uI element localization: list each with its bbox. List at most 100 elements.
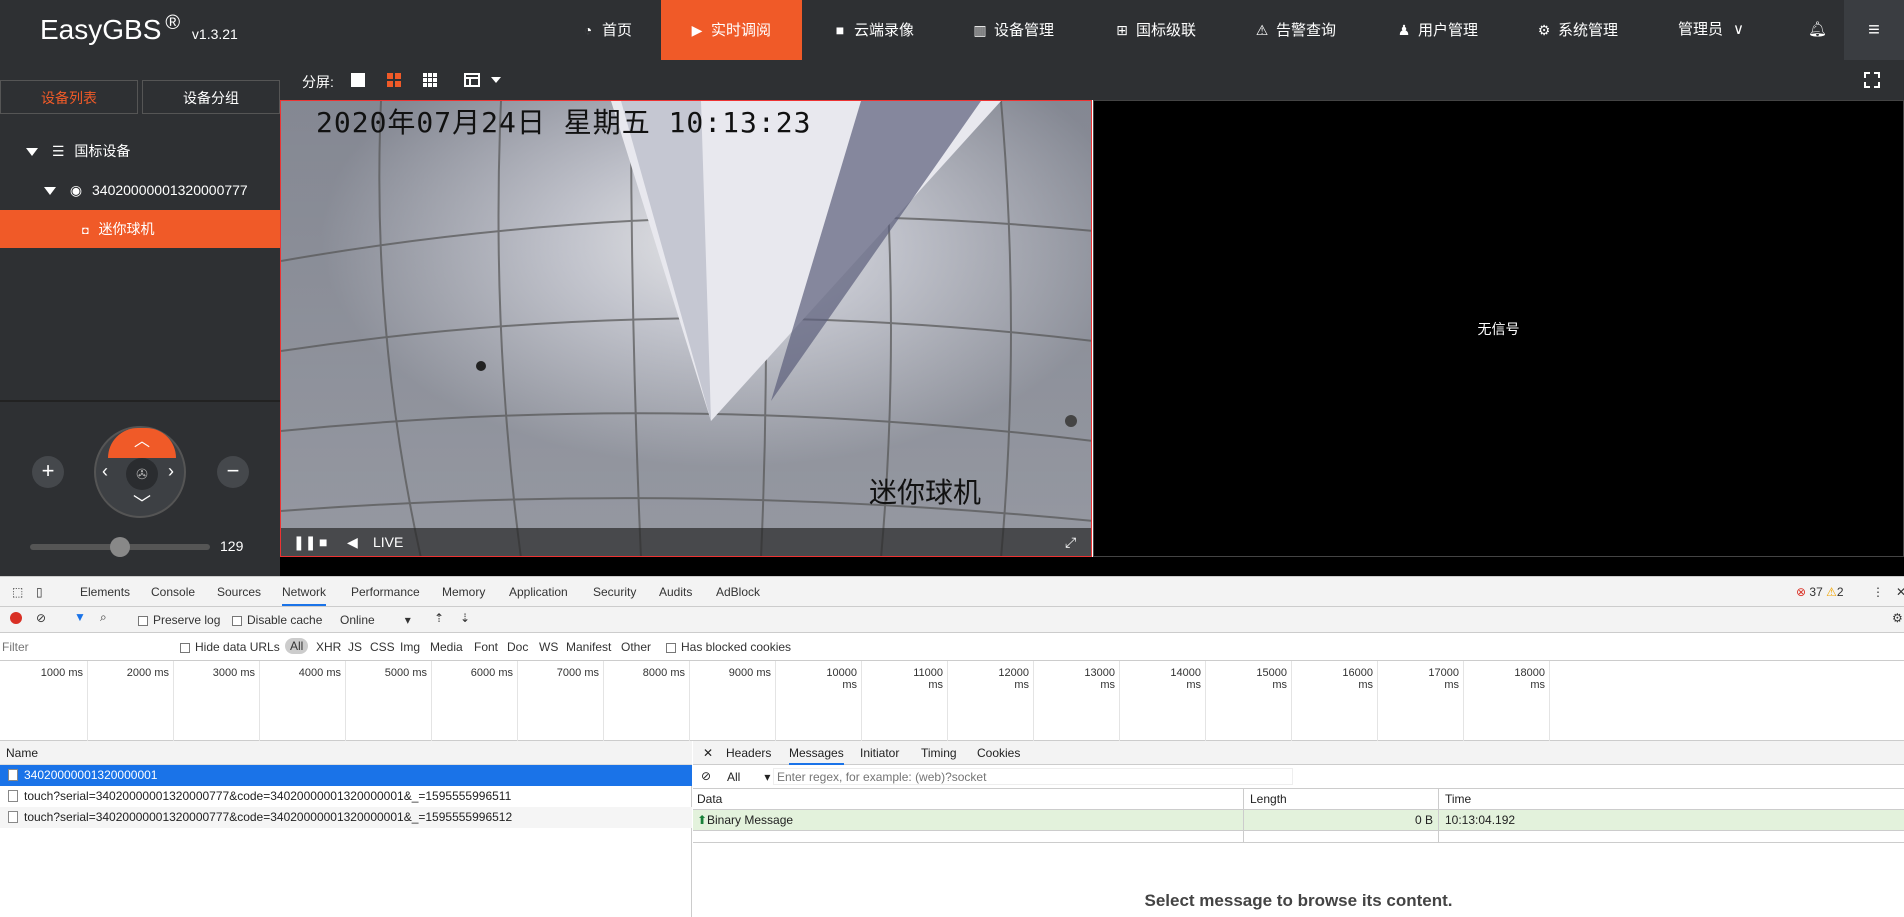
close-icon[interactable]: ✕	[703, 746, 713, 760]
nav-gb-cascade[interactable]: ⊞ 国标级联	[1086, 0, 1224, 60]
tree-node-gb-devices[interactable]: ☰ 国标设备	[0, 132, 280, 170]
ptz-left-button[interactable]: ‹	[102, 461, 108, 482]
split-1-icon[interactable]	[350, 72, 366, 88]
hide-data-urls-checkbox[interactable]: Hide data URLs	[180, 640, 280, 654]
caret-down-icon[interactable]	[488, 72, 504, 88]
tab-network[interactable]: Network	[282, 585, 327, 606]
export-icon[interactable]: ⇣	[460, 611, 470, 625]
blocked-cookies-checkbox[interactable]: Has blocked cookies	[666, 640, 791, 654]
more-icon[interactable]: ⋮	[1872, 585, 1884, 599]
tab-initiator[interactable]: Initiator	[860, 746, 899, 760]
type-filter-doc[interactable]: Doc	[507, 640, 528, 654]
clear-messages-icon[interactable]: ⊘	[701, 769, 711, 783]
tree-node-channel[interactable]: ◘ 迷你球机	[0, 210, 280, 248]
zoom-in-button[interactable]: +	[32, 456, 64, 488]
split-9-icon[interactable]	[422, 72, 438, 88]
column-time[interactable]: Time	[1445, 789, 1471, 810]
nav-label: 用户管理	[1418, 22, 1479, 39]
fullscreen-icon[interactable]	[1864, 72, 1880, 88]
request-row[interactable]: touch?serial=34020000001320000777&code=3…	[0, 786, 692, 807]
import-icon[interactable]: ⇡	[434, 611, 444, 625]
type-filter-other[interactable]: Other	[621, 640, 651, 654]
ptz-center-button[interactable]: ✇	[126, 458, 158, 490]
request-row[interactable]: 34020000001320000001	[0, 765, 692, 786]
message-type-select[interactable]: All ▾	[727, 770, 770, 784]
type-filter-all[interactable]: All	[285, 638, 309, 654]
tab-timing[interactable]: Timing	[921, 746, 957, 760]
throttling-select[interactable]: Online ▾	[340, 613, 411, 627]
volume-icon[interactable]: ◀	[347, 534, 358, 551]
nav-live-view[interactable]: ▶ 实时调阅	[661, 0, 802, 60]
nav-system-management[interactable]: ⚙ 系统管理	[1508, 0, 1646, 60]
ptz-down-button[interactable]: ﹀	[133, 490, 151, 516]
tab-sources[interactable]: Sources	[217, 585, 261, 599]
tab-performance[interactable]: Performance	[351, 585, 420, 599]
video-window-2[interactable]: 无信号	[1093, 100, 1904, 557]
column-length[interactable]: Length	[1250, 789, 1287, 810]
error-count[interactable]: ⊗ 37 ⚠2	[1796, 585, 1844, 599]
disable-cache-checkbox[interactable]: Disable cache	[232, 613, 322, 627]
tab-memory[interactable]: Memory	[442, 585, 485, 599]
nav-user-management[interactable]: ♟ 用户管理	[1368, 0, 1506, 60]
device-toggle-icon[interactable]: ▯	[36, 585, 43, 599]
type-filter-font[interactable]: Font	[474, 640, 498, 654]
user-menu[interactable]: 管理员 ∨	[1650, 0, 1772, 60]
zoom-out-button[interactable]: −	[217, 456, 249, 488]
nav-alarm-query[interactable]: ⚠ 告警查询	[1226, 0, 1364, 60]
split-4-icon[interactable]	[386, 72, 402, 88]
tab-application[interactable]: Application	[509, 585, 568, 599]
column-data[interactable]: Data	[697, 789, 722, 810]
osd-timestamp: 2020年07月24日 星期五 10:13:23	[316, 106, 812, 139]
type-filter-ws[interactable]: WS	[539, 640, 558, 654]
type-filter-media[interactable]: Media	[430, 640, 463, 654]
preserve-log-checkbox[interactable]: Preserve log	[138, 613, 220, 627]
tab-device-group[interactable]: 设备分组	[142, 80, 280, 114]
ptz-right-button[interactable]: ›	[168, 461, 174, 482]
inspect-icon[interactable]: ⬚	[12, 585, 23, 599]
menu-button[interactable]: ≡	[1844, 0, 1904, 60]
tree-node-device[interactable]: ◉ 34020000001320000777	[0, 171, 280, 209]
filter-input[interactable]	[2, 638, 166, 656]
record-icon[interactable]	[10, 612, 22, 624]
nav-home[interactable]: ◔ 首页	[552, 0, 660, 60]
type-filter-img[interactable]: Img	[400, 640, 420, 654]
timeline-label: 6000 ms	[470, 667, 513, 679]
tab-security[interactable]: Security	[593, 585, 636, 599]
request-list-header[interactable]: Name	[0, 741, 692, 765]
tab-elements[interactable]: Elements	[80, 585, 130, 599]
tab-cookies[interactable]: Cookies	[977, 746, 1020, 760]
ptz-speed-slider-handle[interactable]	[110, 537, 130, 557]
column-divider	[1243, 789, 1244, 843]
pause-icon[interactable]: ❚❚	[293, 534, 316, 551]
tab-device-list[interactable]: 设备列表	[0, 80, 138, 114]
brand-registered-mark: ®	[165, 12, 181, 34]
layout-icon[interactable]	[464, 72, 480, 88]
clear-icon[interactable]: ⊘	[36, 611, 46, 625]
network-timeline[interactable]: 1000 ms 2000 ms 3000 ms 4000 ms 5000 ms 6000 …	[0, 661, 1904, 741]
type-filter-manifest[interactable]: Manifest	[566, 640, 611, 654]
stop-icon[interactable]: ■	[319, 534, 327, 550]
caret-down-icon: ▾	[404, 613, 411, 627]
expand-icon[interactable]: ⤢	[1065, 534, 1076, 551]
type-filter-js[interactable]: JS	[348, 640, 362, 654]
brand-logo[interactable]: EasyGBS ® v1.3.21	[40, 12, 238, 46]
ptz-up-button[interactable]: ︿	[108, 428, 176, 458]
timeline-gridline	[1291, 661, 1292, 741]
message-row[interactable]: ⬆ Binary Message 0 B 10:13:04.192	[693, 810, 1904, 831]
nav-cloud-recording[interactable]: ■ 云端录像	[804, 0, 942, 60]
filter-icon[interactable]: ▼	[74, 610, 86, 624]
search-icon[interactable]: ⌕	[100, 610, 107, 625]
type-filter-css[interactable]: CSS	[370, 640, 395, 654]
video-window-1[interactable]: 2020年07月24日 星期五 10:13:23 迷你球机 ❚❚ ■ ◀ LIV…	[280, 100, 1092, 557]
message-filter-input[interactable]	[773, 768, 1293, 785]
tab-adblock[interactable]: AdBlock	[716, 585, 760, 599]
tab-audits[interactable]: Audits	[659, 585, 692, 599]
tab-headers[interactable]: Headers	[726, 746, 771, 760]
type-filter-xhr[interactable]: XHR	[316, 640, 341, 654]
tab-messages[interactable]: Messages	[789, 746, 844, 765]
close-icon[interactable]: ✕	[1896, 585, 1904, 599]
settings-gear-icon[interactable]: ⚙	[1892, 611, 1903, 625]
tab-console[interactable]: Console	[151, 585, 195, 599]
request-row[interactable]: touch?serial=34020000001320000777&code=3…	[0, 807, 692, 828]
nav-device-management[interactable]: ▥ 设备管理	[944, 0, 1082, 60]
